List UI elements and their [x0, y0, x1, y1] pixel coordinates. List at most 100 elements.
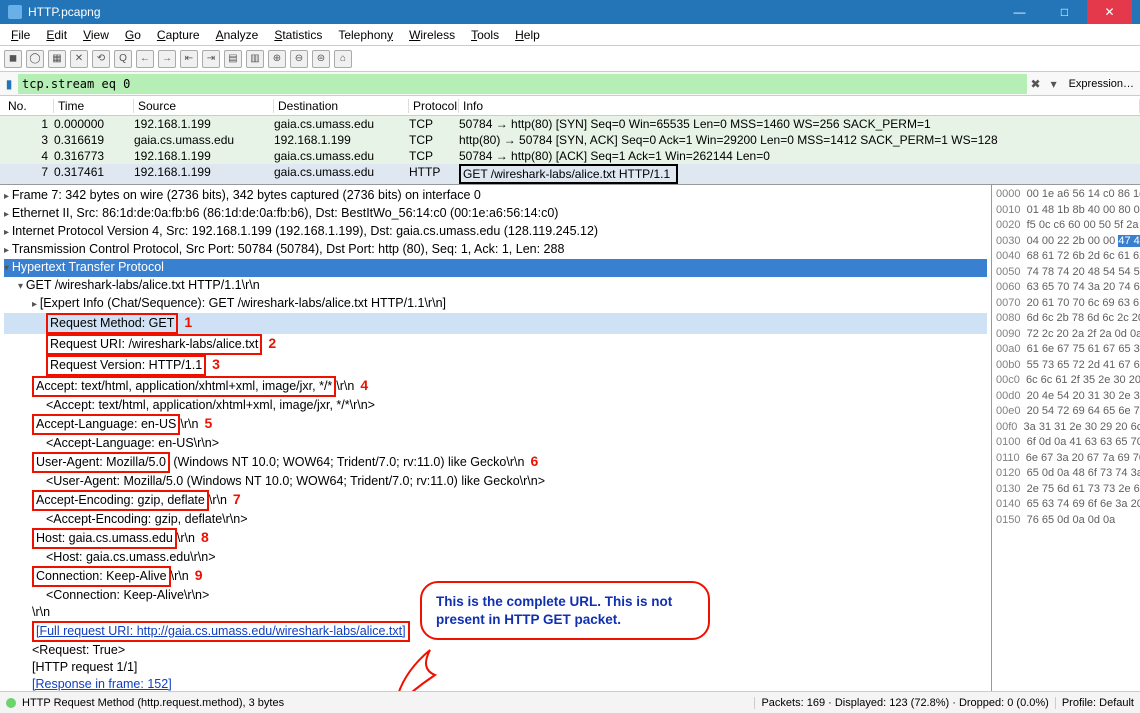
hex-line[interactable]: 0150 76 65 0d 0a 0d 0a [996, 513, 1136, 529]
detail-get-line[interactable]: GET /wireshark-labs/alice.txt HTTP/1.1\r… [4, 277, 987, 295]
detail-ethernet[interactable]: Ethernet II, Src: 86:1d:de:0a:fb:b6 (86:… [4, 205, 987, 223]
status-field-info: HTTP Request Method (http.request.method… [22, 697, 754, 709]
hex-line[interactable]: 0000 00 1e a6 56 14 c0 86 1d de 0a fb b6… [996, 187, 1136, 203]
col-no[interactable]: No. [4, 99, 54, 113]
hex-line[interactable]: 00f0 3a 31 31 2e 30 29 20 6c 69 6b 65 20… [996, 420, 1136, 436]
menu-go[interactable]: Go [118, 26, 148, 44]
detail-user-agent-value[interactable]: <User-Agent: Mozilla/5.0 (Windows NT 10.… [4, 473, 987, 490]
hex-line[interactable]: 0090 72 2c 20 2a 2f 2a 0d 0a 41 63 63 65… [996, 327, 1136, 343]
toolbar: ◼ ◯ ▦ ✕ ⟲ Q ← → ⇤ ⇥ ▤ ▥ ⊕ ⊖ ⊜ ⌂ [0, 46, 1140, 72]
hex-line[interactable]: 0080 6d 6c 2b 78 6d 6c 2c 20 69 6d 61 67… [996, 311, 1136, 327]
detail-accept-encoding[interactable]: Accept-Encoding: gzip, deflate\r\n7 [4, 490, 987, 511]
filter-dropdown-icon[interactable]: ▾ [1045, 77, 1063, 91]
menu-statistics[interactable]: Statistics [267, 26, 329, 44]
menu-wireless[interactable]: Wireless [402, 26, 462, 44]
hex-line[interactable]: 0110 6e 67 3a 20 67 7a 69 70 2c 20 64 65… [996, 451, 1136, 467]
toolbar-btn[interactable]: ▦ [48, 50, 66, 68]
toolbar-btn[interactable]: ⇥ [202, 50, 220, 68]
hex-line[interactable]: 0120 65 0d 0a 48 6f 73 74 3a 20 67 61 69… [996, 466, 1136, 482]
hex-dump-pane[interactable]: 0000 00 1e a6 56 14 c0 86 1d de 0a fb b6… [992, 185, 1140, 697]
detail-tcp[interactable]: Transmission Control Protocol, Src Port:… [4, 241, 987, 259]
packet-row[interactable]: 30.316619gaia.cs.umass.edu192.168.1.199T… [0, 132, 1140, 148]
hex-line[interactable]: 0100 6f 0d 0a 41 63 63 65 70 74 2d 45 6e… [996, 435, 1136, 451]
toolbar-btn[interactable]: ← [136, 50, 154, 68]
toolbar-btn[interactable]: ◼ [4, 50, 22, 68]
toolbar-btn[interactable]: ⟲ [92, 50, 110, 68]
packet-row[interactable]: 10.000000192.168.1.199gaia.cs.umass.eduT… [0, 116, 1140, 132]
detail-http-request-1-1[interactable]: [HTTP request 1/1] [4, 659, 987, 676]
toolbar-btn[interactable]: ⊕ [268, 50, 286, 68]
col-source[interactable]: Source [134, 99, 274, 113]
minimize-button[interactable]: — [997, 0, 1042, 24]
hex-line[interactable]: 00e0 20 54 72 69 64 65 6e 74 2f 37 2e 30… [996, 404, 1136, 420]
menu-file[interactable]: File [4, 26, 37, 44]
detail-ip[interactable]: Internet Protocol Version 4, Src: 192.16… [4, 223, 987, 241]
menu-help[interactable]: Help [508, 26, 547, 44]
detail-frame[interactable]: Frame 7: 342 bytes on wire (2736 bits), … [4, 187, 987, 205]
filter-bar: ▮ ✖ ▾ Expression… [0, 72, 1140, 96]
hex-line[interactable]: 0040 68 61 72 6b 2d 6c 61 62 73 2f 61 6c… [996, 249, 1136, 265]
detail-accept-language-value[interactable]: <Accept-Language: en-US\r\n> [4, 435, 987, 452]
toolbar-btn[interactable]: Q [114, 50, 132, 68]
detail-accept-value[interactable]: <Accept: text/html, application/xhtml+xm… [4, 397, 987, 414]
hex-line[interactable]: 0020 f5 0c c6 60 00 50 5f 2a af d0 ed ed… [996, 218, 1136, 234]
status-profile[interactable]: Profile: Default [1055, 697, 1140, 709]
toolbar-btn[interactable]: ▤ [224, 50, 242, 68]
hex-line[interactable]: 0130 2e 75 6d 61 73 73 2e 65 64 75 0d 0a… [996, 482, 1136, 498]
col-dest[interactable]: Destination [274, 99, 409, 113]
hex-line[interactable]: 0140 65 63 74 69 6f 6e 3a 20 4b 65 65 70… [996, 497, 1136, 513]
filter-expression-button[interactable]: Expression… [1063, 78, 1140, 90]
filter-bookmark-icon[interactable]: ▮ [0, 77, 18, 91]
packet-list-header: No. Time Source Destination Protocol Inf… [0, 96, 1140, 116]
hex-line[interactable]: 00c0 6c 6c 61 2f 35 2e 30 20 28 57 69 6e… [996, 373, 1136, 389]
hex-line[interactable]: 0070 20 61 70 70 6c 69 63 61 74 69 6f 6e… [996, 296, 1136, 312]
toolbar-btn[interactable]: ▥ [246, 50, 264, 68]
detail-request-true[interactable]: <Request: True> [4, 642, 987, 659]
col-proto[interactable]: Protocol [409, 99, 459, 113]
hex-line[interactable]: 00b0 55 73 65 72 2d 41 67 65 6e 74 3a 20… [996, 358, 1136, 374]
packet-row[interactable]: 70.317461192.168.1.199gaia.cs.umass.eduH… [0, 164, 1140, 184]
menu-edit[interactable]: Edit [39, 26, 74, 44]
display-filter-input[interactable] [18, 74, 1027, 94]
detail-host-value[interactable]: <Host: gaia.cs.umass.edu\r\n> [4, 549, 987, 566]
menu-telephony[interactable]: Telephony [331, 26, 400, 44]
hex-line[interactable]: 0030 04 00 22 2b 00 00 47 45 54 20 2f 77… [996, 234, 1136, 250]
detail-accept-encoding-value[interactable]: <Accept-Encoding: gzip, deflate\r\n> [4, 511, 987, 528]
detail-expert[interactable]: [Expert Info (Chat/Sequence): GET /wires… [4, 295, 987, 313]
toolbar-btn[interactable]: ⇤ [180, 50, 198, 68]
status-packet-counts: Packets: 169 · Displayed: 123 (72.8%) · … [754, 697, 1054, 709]
toolbar-btn[interactable]: → [158, 50, 176, 68]
hex-line[interactable]: 0050 74 78 74 20 48 54 54 50 2f 31 2e 31… [996, 265, 1136, 281]
toolbar-btn[interactable]: ⊖ [290, 50, 308, 68]
detail-request-method[interactable]: Request Method: GET1 [4, 313, 987, 334]
packet-row[interactable]: 40.316773192.168.1.199gaia.cs.umass.eduT… [0, 148, 1140, 164]
detail-user-agent[interactable]: User-Agent: Mozilla/5.0 (Windows NT 10.0… [4, 452, 987, 473]
col-info[interactable]: Info [459, 99, 1140, 113]
col-time[interactable]: Time [54, 99, 134, 113]
hex-line[interactable]: 00d0 20 4e 54 20 31 30 2e 30 3b 20 57 4f… [996, 389, 1136, 405]
detail-accept[interactable]: Accept: text/html, application/xhtml+xml… [4, 376, 987, 397]
callout-tail-icon [390, 645, 460, 697]
menu-bar: File Edit View Go Capture Analyze Statis… [0, 24, 1140, 46]
packet-list[interactable]: 10.000000192.168.1.199gaia.cs.umass.eduT… [0, 116, 1140, 184]
menu-capture[interactable]: Capture [150, 26, 207, 44]
menu-view[interactable]: View [76, 26, 116, 44]
maximize-button[interactable]: □ [1042, 0, 1087, 24]
toolbar-btn[interactable]: ⌂ [334, 50, 352, 68]
detail-http[interactable]: Hypertext Transfer Protocol [4, 259, 987, 277]
hex-line[interactable]: 0010 01 48 1b 8b 40 00 80 06 a6 31 c0 a8… [996, 203, 1136, 219]
detail-request-version[interactable]: Request Version: HTTP/1.13 [4, 355, 987, 376]
menu-analyze[interactable]: Analyze [209, 26, 266, 44]
toolbar-btn[interactable]: ⊜ [312, 50, 330, 68]
detail-request-uri[interactable]: Request URI: /wireshark-labs/alice.txt2 [4, 334, 987, 355]
detail-accept-language[interactable]: Accept-Language: en-US\r\n5 [4, 414, 987, 435]
packet-details-pane[interactable]: Frame 7: 342 bytes on wire (2736 bits), … [0, 185, 992, 697]
hex-line[interactable]: 00a0 61 6e 67 75 61 67 65 3a 20 65 6e 2d… [996, 342, 1136, 358]
toolbar-btn[interactable]: ◯ [26, 50, 44, 68]
detail-host[interactable]: Host: gaia.cs.umass.edu\r\n8 [4, 528, 987, 549]
close-button[interactable]: ✕ [1087, 0, 1132, 24]
hex-line[interactable]: 0060 63 65 70 74 3a 20 74 65 78 74 2f 68… [996, 280, 1136, 296]
filter-clear-icon[interactable]: ✖ [1027, 77, 1045, 91]
menu-tools[interactable]: Tools [464, 26, 506, 44]
toolbar-btn[interactable]: ✕ [70, 50, 88, 68]
